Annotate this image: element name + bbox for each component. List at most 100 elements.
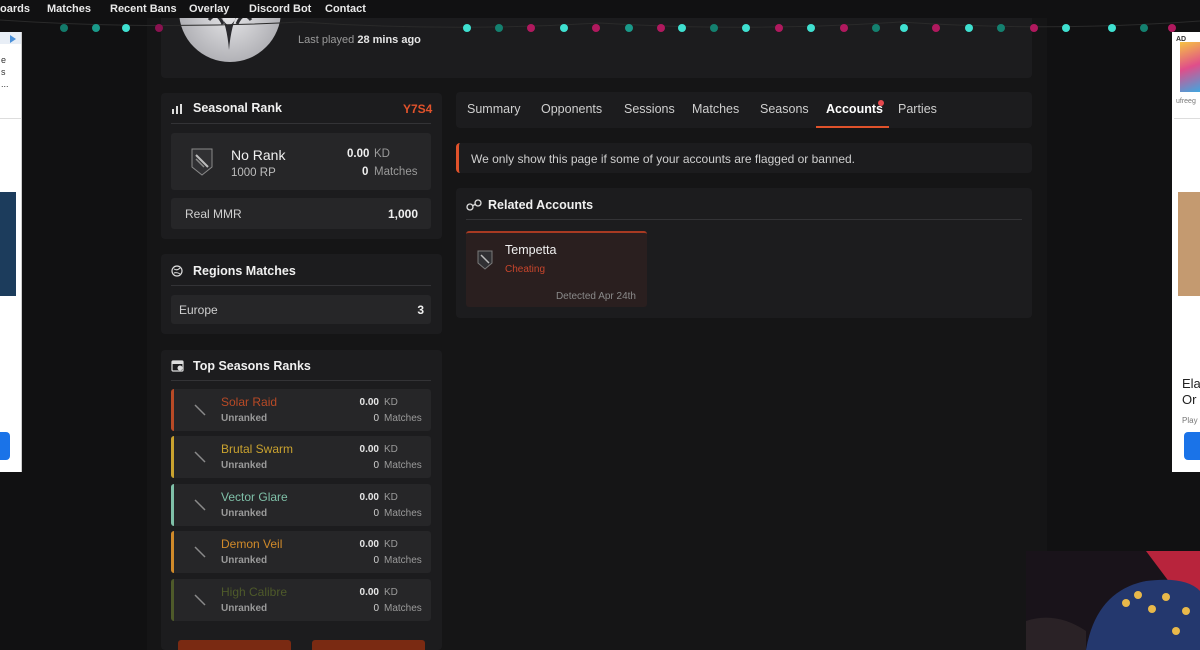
rank-badge-icon [194, 546, 206, 558]
nav-leaderboards[interactable]: oards [0, 3, 30, 15]
season-rank: Unranked [221, 508, 268, 519]
season-kd-value: 0.00 [359, 492, 379, 503]
ad-choices-icon[interactable] [0, 32, 21, 44]
tab-matches[interactable]: Matches [692, 102, 739, 116]
tab-summary[interactable]: Summary [467, 102, 520, 116]
season-row[interactable]: Vector Glare Unranked 0.00 KD 0 Matches [171, 484, 431, 526]
rank-rp: 1000 RP [231, 167, 276, 179]
season-name: Vector Glare [221, 490, 288, 504]
nav-overlay[interactable]: Overlay [189, 3, 229, 15]
ad-headline: Ela [1182, 376, 1200, 391]
related-account-card[interactable]: Tempetta Cheating Detected Apr 24th [466, 231, 647, 307]
account-reason: Cheating [505, 264, 546, 275]
last-played-value: 28 mins ago [357, 34, 421, 46]
divider [171, 285, 431, 286]
rank-name: No Rank [231, 147, 286, 163]
season-kd-value: 0.00 [359, 397, 379, 408]
ad-divider [0, 118, 21, 119]
season-kd-label: KD [384, 397, 398, 408]
rank-badge-icon [194, 499, 206, 511]
season-color-bar [171, 531, 174, 573]
season-row[interactable]: Brutal Swarm Unranked 0.00 KD 0 Matches [171, 436, 431, 478]
right-ad[interactable]: AD ufreeg Ela Or Play [1172, 32, 1200, 472]
left-ad[interactable]: e s ... [0, 32, 22, 472]
ad-headline: Or [1182, 392, 1197, 407]
seasonal-rank-title: Seasonal Rank [193, 101, 282, 115]
season-rank: Unranked [221, 603, 268, 614]
last-played-label: Last played [298, 34, 355, 46]
season-matches-value: 0 [373, 603, 379, 614]
season-matches-value: 0 [373, 555, 379, 566]
ad-text: e [1, 55, 7, 65]
season-matches-value: 0 [373, 508, 379, 519]
related-accounts-title: Related Accounts [488, 198, 594, 212]
rank-badge-icon [476, 249, 494, 276]
ad-text: s [1, 67, 6, 77]
season-row[interactable]: High Calibre Unranked 0.00 KD 0 Matches [171, 579, 431, 621]
season-row[interactable]: Demon Veil Unranked 0.00 KD 0 Matches [171, 531, 431, 573]
ad-cta-button[interactable] [1184, 432, 1200, 460]
season-matches-label: Matches [384, 555, 422, 566]
rank-badge-icon [189, 147, 215, 182]
season-matches-value: 0 [373, 413, 379, 424]
regions-title: Regions Matches [193, 264, 296, 278]
rank-badge-icon [194, 404, 206, 416]
ad-subtext: Play [1182, 416, 1198, 425]
matches-value: 0 [362, 166, 369, 178]
season-matches-value: 0 [373, 460, 379, 471]
season-rank: Unranked [221, 460, 268, 471]
season-button-left[interactable] [178, 640, 291, 650]
top-nav: oards Matches Recent Bans Overlay Discor… [0, 0, 1200, 18]
video-overlay[interactable] [1026, 551, 1200, 650]
divider [171, 123, 431, 124]
season-button-right[interactable] [312, 640, 425, 650]
active-tab-underline [816, 126, 889, 128]
ad-cta-button[interactable] [0, 432, 10, 460]
season-color-bar [171, 579, 174, 621]
nav-recent-bans[interactable]: Recent Bans [110, 3, 177, 15]
region-count: 3 [417, 303, 424, 317]
tab-sessions[interactable]: Sessions [624, 102, 675, 116]
tab-accounts[interactable]: Accounts [826, 102, 883, 116]
season-matches-label: Matches [384, 413, 422, 424]
season-name: High Calibre [221, 585, 288, 599]
season-color-bar [171, 389, 174, 431]
season-kd-label: KD [384, 444, 398, 455]
divider [171, 380, 431, 381]
mmr-label: Real MMR [185, 207, 242, 221]
ad-thumbnail [1180, 42, 1200, 92]
kd-value: 0.00 [347, 148, 370, 160]
ad-divider [1174, 118, 1200, 119]
notice-text: We only show this page if some of your a… [471, 152, 856, 166]
top-seasons-title: Top Seasons Ranks [193, 359, 311, 373]
season-matches-label: Matches [384, 603, 422, 614]
season-color-bar [171, 484, 174, 526]
kd-label: KD [374, 148, 390, 160]
rank-badge-icon [194, 594, 206, 606]
season-name: Demon Veil [221, 537, 283, 551]
link-icon [466, 198, 482, 216]
season-matches-label: Matches [384, 508, 422, 519]
notification-dot [878, 100, 884, 106]
rank-summary: No Rank 1000 RP 0.00 KD 0 Matches [171, 133, 431, 190]
nav-discord-bot[interactable]: Discord Bot [249, 3, 311, 15]
season-kd-value: 0.00 [359, 587, 379, 598]
ad-image [1178, 192, 1200, 296]
season-row[interactable]: Solar Raid Unranked 0.00 KD 0 Matches [171, 389, 431, 431]
season-kd-label: KD [384, 539, 398, 550]
season-kd-label: KD [384, 492, 398, 503]
season-name: Brutal Swarm [221, 442, 294, 456]
mmr-value: 1,000 [387, 207, 418, 221]
account-detected: Detected Apr 24th [555, 291, 636, 302]
region-name: Europe [179, 303, 218, 317]
tab-parties[interactable]: Parties [898, 102, 937, 116]
tab-seasons[interactable]: Seasons [760, 102, 809, 116]
nav-contact[interactable]: Contact [325, 3, 366, 15]
region-row: Europe 3 [171, 295, 431, 324]
season-rank: Unranked [221, 413, 268, 424]
globe-icon [171, 264, 183, 282]
tab-opponents[interactable]: Opponents [541, 102, 602, 116]
season-color-bar [171, 436, 174, 478]
nav-matches[interactable]: Matches [47, 3, 91, 15]
chart-bars-icon [171, 102, 183, 120]
